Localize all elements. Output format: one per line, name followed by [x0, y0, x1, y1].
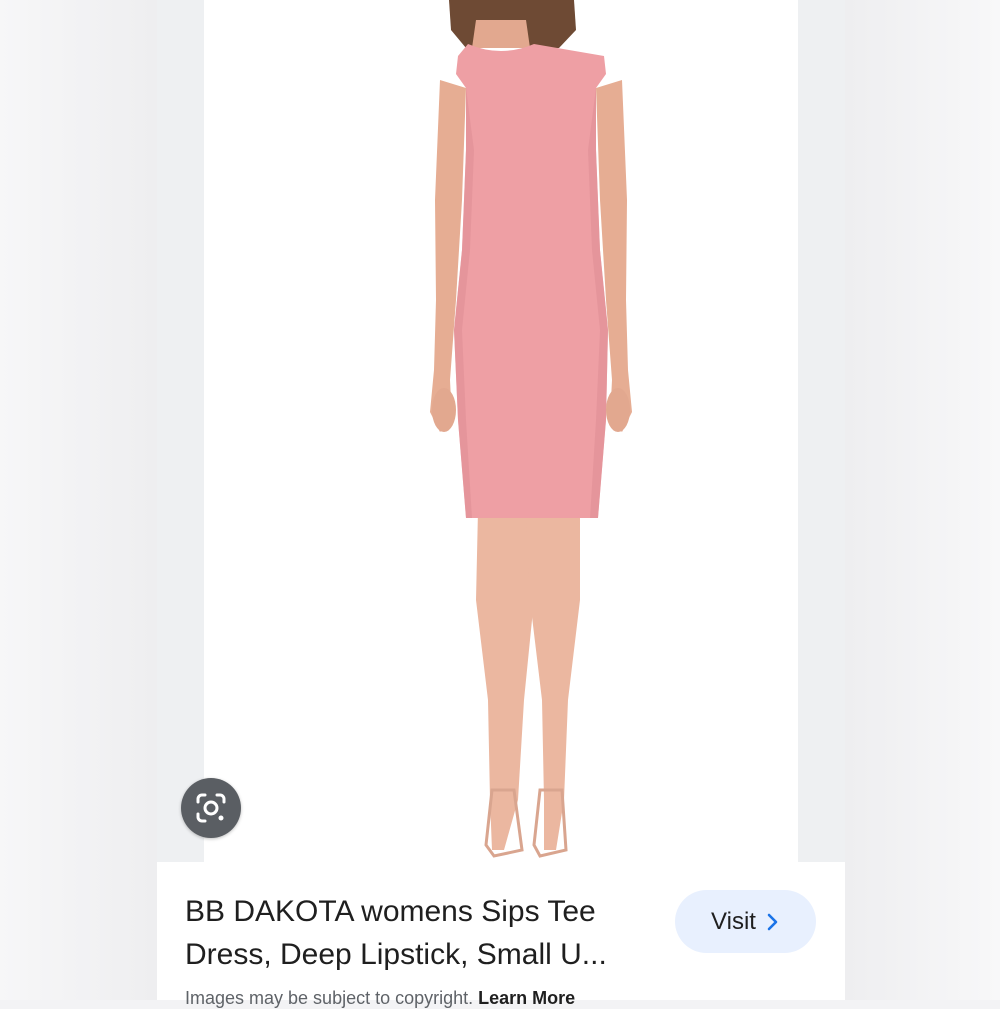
copyright-text: Images may be subject to copyright. [185, 988, 474, 1008]
result-info: BB DAKOTA womens Sips Tee Dress, Deep Li… [157, 862, 845, 1008]
product-title-line2: Dress, Deep Lipstick, Small U... [185, 938, 607, 971]
visit-label: Visit [711, 907, 756, 935]
copyright-notice: Images may be subject to copyright. Lear… [185, 988, 805, 1009]
dress-photo-illustration [430, 0, 632, 858]
visit-button[interactable]: Visit [675, 890, 816, 953]
product-image[interactable] [204, 0, 798, 862]
learn-more-link[interactable]: Learn More [478, 988, 575, 1008]
google-lens-icon [196, 793, 226, 823]
google-lens-button[interactable] [181, 778, 241, 838]
image-panel [157, 0, 845, 862]
background-right [845, 0, 1000, 1000]
product-title[interactable]: BB DAKOTA womens Sips Tee Dress, Deep Li… [185, 890, 655, 976]
product-title-line1: BB DAKOTA womens Sips Tee [185, 895, 596, 928]
image-result-card: BB DAKOTA womens Sips Tee Dress, Deep Li… [157, 0, 845, 1008]
background-left [0, 0, 157, 1000]
chevron-right-icon [767, 913, 778, 930]
